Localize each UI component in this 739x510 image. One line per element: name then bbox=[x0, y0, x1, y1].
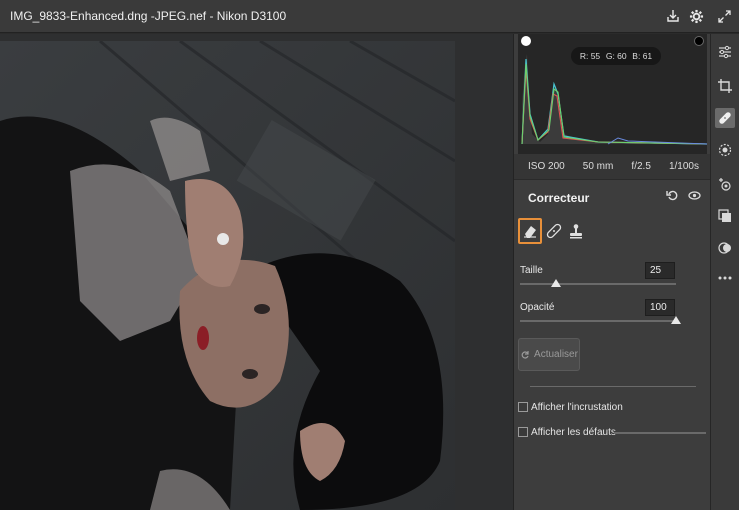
refresh-icon bbox=[521, 350, 529, 359]
eraser-icon[interactable] bbox=[518, 218, 542, 244]
overlay-checkbox[interactable] bbox=[518, 402, 528, 412]
exif-bar: ISO 200 50 mm f/2.5 1/100s bbox=[514, 154, 711, 180]
tool-rail bbox=[710, 34, 739, 510]
image-canvas[interactable] bbox=[0, 34, 513, 510]
title-bar: IMG_9833-Enhanced.dng -JPEG.nef - Nikon … bbox=[0, 0, 739, 33]
opacity-slider-track[interactable] bbox=[520, 320, 676, 322]
size-label: Taille bbox=[520, 265, 543, 276]
refresh-label: Actualiser bbox=[534, 349, 578, 360]
focal-value: 50 mm bbox=[582, 161, 614, 172]
edit-panel: R: 55 G: 60 B: 61 ISO 200 50 mm f/2.5 1/… bbox=[513, 34, 711, 510]
size-slider-track[interactable] bbox=[520, 283, 676, 285]
size-slider-thumb[interactable] bbox=[550, 279, 561, 287]
highlight-clip-icon[interactable] bbox=[694, 36, 704, 46]
section-title: Correcteur bbox=[528, 191, 590, 205]
divider bbox=[530, 386, 696, 387]
mask-icon[interactable] bbox=[715, 140, 735, 160]
opacity-label: Opacité bbox=[520, 302, 555, 313]
shutter-value: 1/100s bbox=[668, 161, 699, 172]
expand-icon[interactable] bbox=[714, 6, 734, 26]
save-icon[interactable] bbox=[663, 6, 683, 26]
iso-value: ISO 200 bbox=[528, 161, 565, 172]
visibility-icon[interactable] bbox=[686, 189, 702, 205]
redeye-icon[interactable] bbox=[715, 174, 735, 194]
crop-icon[interactable] bbox=[715, 76, 735, 96]
overlay-label: Afficher l'incrustation bbox=[531, 402, 623, 413]
bandage-icon[interactable] bbox=[715, 108, 735, 128]
size-input[interactable] bbox=[645, 262, 675, 279]
b-value: B: 61 bbox=[632, 51, 653, 61]
defects-slider-track[interactable] bbox=[614, 432, 706, 434]
gear-icon[interactable] bbox=[686, 6, 706, 26]
rgb-readout: R: 55 G: 60 B: 61 bbox=[571, 47, 661, 65]
aperture-value: f/2.5 bbox=[631, 161, 651, 172]
more-icon[interactable] bbox=[715, 268, 735, 288]
window-title: IMG_9833-Enhanced.dng -JPEG.nef - Nikon … bbox=[10, 9, 287, 23]
shadow-clip-icon[interactable] bbox=[521, 36, 531, 46]
presets-icon[interactable] bbox=[715, 238, 735, 258]
photo-preview[interactable] bbox=[0, 41, 455, 510]
refresh-button[interactable]: Actualiser bbox=[518, 338, 580, 371]
sliders-icon[interactable] bbox=[715, 42, 735, 62]
reset-icon[interactable] bbox=[664, 189, 680, 205]
opacity-slider-thumb[interactable] bbox=[671, 316, 681, 324]
histogram: R: 55 G: 60 B: 61 bbox=[518, 34, 707, 154]
stamp-icon[interactable] bbox=[564, 218, 588, 244]
bandage-icon[interactable] bbox=[542, 218, 566, 244]
r-value: R: 55 bbox=[579, 51, 601, 61]
opacity-input[interactable] bbox=[645, 299, 675, 316]
defects-label: Afficher les défauts bbox=[531, 427, 616, 438]
layers-icon[interactable] bbox=[715, 206, 735, 226]
g-value: G: 60 bbox=[605, 51, 627, 61]
defects-checkbox[interactable] bbox=[518, 427, 528, 437]
